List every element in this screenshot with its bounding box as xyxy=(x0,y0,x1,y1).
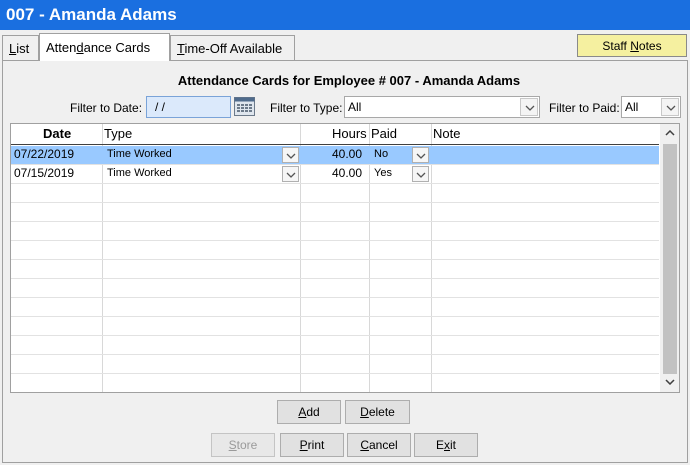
cell-hours[interactable]: 40.00 xyxy=(332,147,362,161)
chevron-down-icon[interactable] xyxy=(520,98,538,116)
store-button[interactable]: Store xyxy=(211,433,275,457)
attendance-grid: Date Type Hours Paid Note 07/22/2019 Tim… xyxy=(10,123,680,393)
cell-type[interactable]: Time Worked xyxy=(107,148,172,160)
vertical-scrollbar[interactable] xyxy=(660,124,679,392)
filter-date-label: Filter to Date: xyxy=(70,101,143,115)
tab-list[interactable]: List xyxy=(2,35,39,61)
filter-type-select[interactable]: All xyxy=(344,96,540,118)
delete-button[interactable]: Delete xyxy=(345,400,410,424)
cell-paid[interactable]: Yes xyxy=(374,167,392,179)
column-header-hours[interactable]: Hours xyxy=(332,124,367,144)
chevron-down-icon[interactable] xyxy=(412,166,429,182)
window-title: 007 - Amanda Adams xyxy=(0,0,690,30)
scrollbar-thumb[interactable] xyxy=(663,144,677,374)
grid-row-divider xyxy=(11,354,659,355)
tab-time-off-available[interactable]: Time-Off Available xyxy=(170,35,295,61)
calendar-icon[interactable] xyxy=(234,97,255,116)
print-button[interactable]: Print xyxy=(280,433,344,457)
exit-button[interactable]: Exit xyxy=(414,433,478,457)
filter-paid-select[interactable]: All xyxy=(621,96,681,118)
chevron-down-icon[interactable] xyxy=(282,166,299,182)
grid-row-divider xyxy=(11,316,659,317)
grid-row-divider xyxy=(11,183,659,184)
filter-type-label: Filter to Type: xyxy=(270,101,343,115)
cancel-button[interactable]: Cancel xyxy=(347,433,411,457)
grid-row-divider xyxy=(11,335,659,336)
column-header-date[interactable]: Date xyxy=(43,124,71,144)
filter-paid-label: Filter to Paid: xyxy=(549,101,620,115)
column-header-type[interactable]: Type xyxy=(104,124,132,144)
grid-row-divider xyxy=(11,240,659,241)
scroll-up-icon[interactable] xyxy=(665,130,675,136)
grid-row-divider xyxy=(11,297,659,298)
scroll-down-icon[interactable] xyxy=(665,379,675,385)
cell-date[interactable]: 07/22/2019 xyxy=(14,147,74,161)
chevron-down-icon[interactable] xyxy=(661,98,679,116)
filter-date-input[interactable]: / / xyxy=(146,96,231,118)
cell-hours[interactable]: 40.00 xyxy=(332,166,362,180)
chevron-down-icon[interactable] xyxy=(282,147,299,163)
grid-row-divider xyxy=(11,373,659,374)
grid-row-divider xyxy=(11,259,659,260)
table-row[interactable]: 07/22/2019 Time Worked 40.00 No xyxy=(11,146,659,164)
tab-attendance-cards[interactable]: Attendance Cards xyxy=(39,33,170,61)
column-header-note[interactable]: Note xyxy=(433,124,460,144)
table-row[interactable]: 07/15/2019 Time Worked 40.00 Yes xyxy=(11,165,659,183)
grid-row-divider xyxy=(11,221,659,222)
column-header-paid[interactable]: Paid xyxy=(371,124,397,144)
grid-row-divider xyxy=(11,202,659,203)
page-heading: Attendance Cards for Employee # 007 - Am… xyxy=(177,73,521,88)
cell-paid[interactable]: No xyxy=(374,148,388,160)
cell-date[interactable]: 07/15/2019 xyxy=(14,166,74,180)
grid-row-divider xyxy=(11,278,659,279)
add-button[interactable]: Add xyxy=(277,400,341,424)
cell-type[interactable]: Time Worked xyxy=(107,167,172,179)
chevron-down-icon[interactable] xyxy=(412,147,429,163)
staff-notes-button[interactable]: Staff Notes xyxy=(577,34,687,57)
